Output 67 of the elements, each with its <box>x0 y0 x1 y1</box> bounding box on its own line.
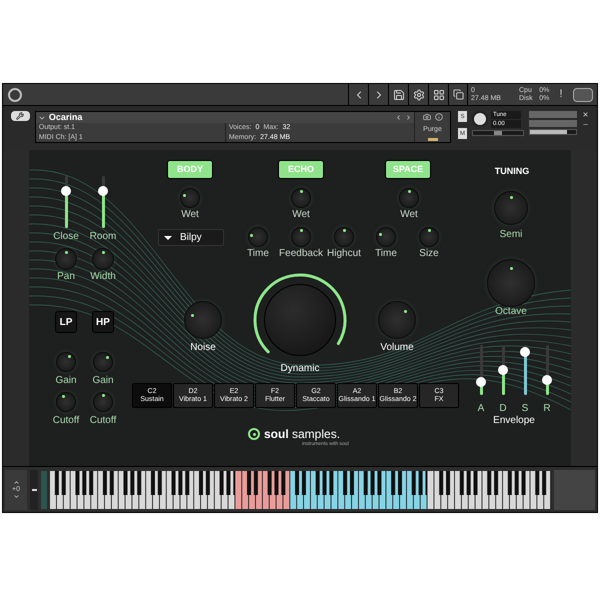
fader-thumb[interactable] <box>498 365 508 375</box>
previous-icon[interactable] <box>395 114 402 121</box>
dynamic-knob[interactable] <box>264 284 336 356</box>
pan-slider-thumb[interactable] <box>494 131 502 135</box>
control-label: R <box>543 404 551 414</box>
knob[interactable] <box>184 301 222 339</box>
level-meter <box>529 120 577 127</box>
snapshot-icon[interactable] <box>422 113 430 121</box>
control-label: Room <box>90 232 116 242</box>
control-label: Wet <box>400 210 418 220</box>
dropdown-caret-icon <box>164 236 172 240</box>
key-zone-drawing[interactable] <box>290 470 430 508</box>
control-label: Octave <box>495 307 527 317</box>
control-label: Close <box>53 232 79 242</box>
volume-slider[interactable] <box>529 129 577 135</box>
key-zone-drawing[interactable] <box>235 470 290 508</box>
control-label: Gain <box>92 376 114 386</box>
wrench-button[interactable] <box>11 111 30 121</box>
control-label: D <box>499 404 507 414</box>
control-label: Cutoff <box>90 416 116 426</box>
next-icon[interactable] <box>405 114 412 121</box>
control-label: Pan <box>57 272 75 282</box>
knob[interactable] <box>92 248 114 270</box>
control-label: Wet <box>181 210 199 220</box>
settings-icon <box>412 88 424 100</box>
piano-keys-drawing[interactable] <box>427 470 550 508</box>
control-label: Noise <box>190 343 216 353</box>
fader-thumb[interactable] <box>520 347 530 357</box>
control-label: TUNING <box>494 167 530 176</box>
control-label: S <box>522 404 528 414</box>
filter-button[interactable]: LP <box>55 311 77 333</box>
control-label: Width <box>90 272 116 282</box>
instrument-name: Ocarina <box>48 110 82 124</box>
fader-thumb[interactable] <box>476 377 486 387</box>
fader-thumb[interactable] <box>542 375 552 385</box>
control-label: Cutoff <box>52 416 80 426</box>
control-label: Volume <box>380 343 414 353</box>
knob[interactable] <box>55 248 77 270</box>
control-label: Envelope <box>493 416 535 426</box>
logo-icon <box>8 88 22 102</box>
control-label: Time <box>247 249 269 259</box>
control-label: Size <box>419 249 439 259</box>
fader-thumb[interactable] <box>61 186 71 196</box>
minimize-icon[interactable] <box>582 121 589 128</box>
pitch-wheel[interactable] <box>30 470 38 510</box>
level-meter <box>529 111 577 118</box>
purge-indicator-icon <box>428 138 438 141</box>
brand-name: soul samples. <box>264 428 340 440</box>
control-label: A <box>478 404 484 414</box>
control-label: Wet <box>292 210 310 220</box>
grid-icon <box>432 88 444 100</box>
fader-thumb[interactable] <box>98 186 108 196</box>
info-icon[interactable] <box>434 113 442 121</box>
windows-icon <box>452 89 464 100</box>
piano-keys-drawing[interactable] <box>50 470 238 508</box>
control-label: Dynamic <box>280 364 320 374</box>
control-label: Highcut <box>327 249 361 259</box>
preset-dropdown[interactable]: Bilpy <box>158 229 224 246</box>
control-label: Gain <box>55 376 77 386</box>
close-icon[interactable] <box>582 111 589 118</box>
warning-indicator[interactable]: ! <box>553 86 569 103</box>
filter-button[interactable]: HP <box>92 311 114 333</box>
pan-slider[interactable] <box>472 130 524 136</box>
tune-knob[interactable] <box>472 111 488 127</box>
control-label: Feedback <box>279 249 323 259</box>
control-label: Semi <box>500 230 522 240</box>
control-label: Time <box>375 249 397 259</box>
